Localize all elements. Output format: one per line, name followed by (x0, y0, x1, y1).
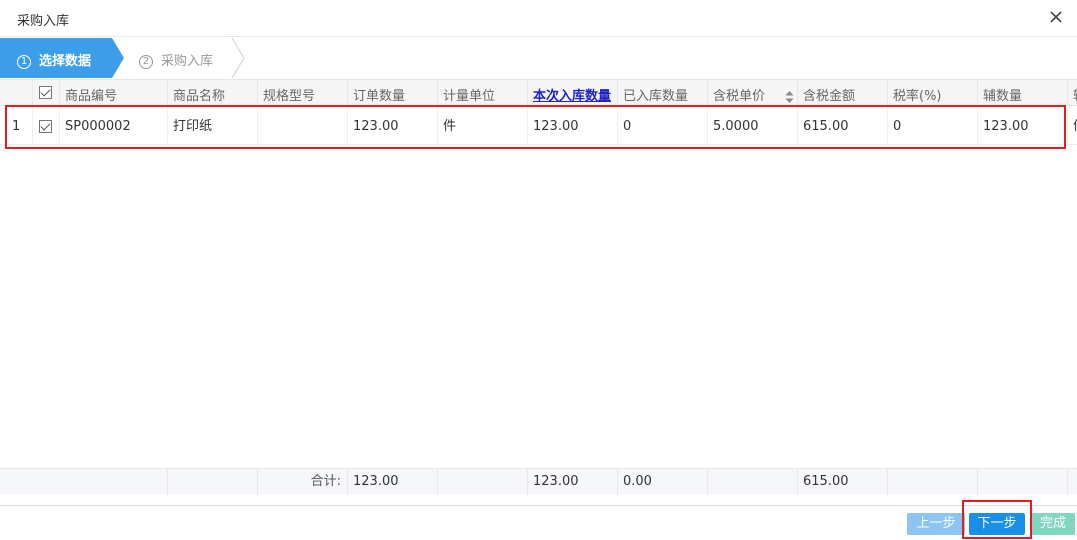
header-spec[interactable]: 规格型号 (258, 80, 348, 106)
totals-tax-rate (888, 469, 978, 495)
cell-amount: 615.00 (798, 109, 888, 145)
cell-order-qty: 123.00 (348, 109, 438, 145)
dialog-actions: 上一步 下一步 完成 (0, 505, 1077, 540)
step-1-label: 选择数据 (39, 54, 92, 69)
totals-unit (438, 469, 528, 495)
header-in-qty[interactable]: 本次入库数量 (528, 80, 618, 106)
dialog-titlebar: 采购入库 (0, 0, 1077, 37)
totals-unit-price (708, 469, 798, 495)
step-2-arrow (231, 38, 245, 78)
cell-received-qty: 0 (618, 109, 708, 145)
header-unit-price-label: 含税单价 (713, 89, 766, 104)
step-2-label: 采购入库 (161, 54, 214, 69)
header-order-qty[interactable]: 订单数量 (348, 80, 438, 106)
select-all-checkbox[interactable] (39, 86, 52, 99)
cell-tax-rate: 0 (888, 109, 978, 145)
next-button[interactable]: 下一步 (969, 513, 1025, 535)
row-checkbox-cell[interactable] (33, 109, 60, 145)
cell-spec (258, 109, 348, 145)
prev-button[interactable]: 上一步 (907, 513, 965, 535)
step-1[interactable]: 1 选择数据 (17, 50, 91, 69)
totals-order-qty: 123.00 (348, 469, 438, 495)
cell-name: 打印纸 (168, 109, 258, 145)
sort-icon[interactable] (785, 91, 794, 103)
dialog-title: 采购入库 (17, 14, 70, 29)
table-row[interactable]: 1 SP000002 打印纸 123.00 件 123.00 0 5.0000 … (0, 109, 1077, 145)
header-aux-qty[interactable]: 辅数量 (978, 80, 1068, 106)
header-code[interactable]: 商品编号 (60, 80, 168, 106)
header-select-all[interactable] (33, 80, 60, 106)
totals-spacer (0, 469, 168, 495)
close-icon[interactable] (1045, 6, 1067, 28)
row-checkbox[interactable] (39, 120, 52, 133)
totals-row: 合计: 123.00 123.00 0.00 615.00 (0, 468, 1077, 495)
totals-spacer-2 (168, 469, 258, 495)
step-wizard: 1 选择数据 2 采购入库 (0, 38, 1077, 78)
cell-unit-price: 5.0000 (708, 109, 798, 145)
cell-code: SP000002 (60, 109, 168, 145)
totals-received-qty: 0.00 (618, 469, 708, 495)
cell-aux-unit: 件 (1068, 109, 1077, 145)
header-name[interactable]: 商品名称 (168, 80, 258, 106)
header-amount[interactable]: 含税金额 (798, 80, 888, 106)
cell-in-qty[interactable]: 123.00 (528, 109, 618, 145)
header-unit-price[interactable]: 含税单价 (708, 80, 798, 106)
step-2-number: 2 (139, 55, 153, 69)
header-aux-unit[interactable]: 辅 (1068, 80, 1077, 106)
totals-in-qty: 123.00 (528, 469, 618, 495)
totals-label: 合计: (258, 469, 348, 495)
step-1-number: 1 (17, 55, 31, 69)
row-index: 1 (0, 109, 33, 145)
header-tax-rate[interactable]: 税率(%) (888, 80, 978, 106)
header-unit[interactable]: 计量单位 (438, 80, 528, 106)
step-2[interactable]: 2 采购入库 (139, 50, 213, 69)
cell-unit: 件 (438, 109, 528, 145)
grid-header: 商品编号 商品名称 规格型号 订单数量 计量单位 本次入库数量 已入库数量 含税… (0, 79, 1077, 106)
totals-aux-qty (978, 469, 1068, 495)
cell-aux-qty: 123.00 (978, 109, 1068, 145)
done-button[interactable]: 完成 (1031, 513, 1075, 535)
data-grid: 商品编号 商品名称 规格型号 订单数量 计量单位 本次入库数量 已入库数量 含税… (0, 79, 1077, 505)
header-index (0, 80, 33, 106)
header-received-qty[interactable]: 已入库数量 (618, 80, 708, 106)
totals-amount: 615.00 (798, 469, 888, 495)
